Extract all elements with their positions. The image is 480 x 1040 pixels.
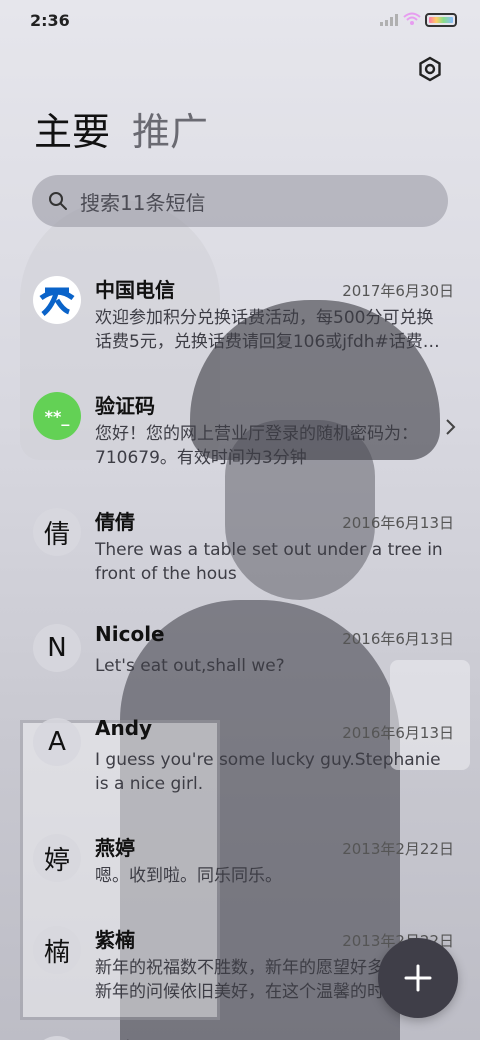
search-placeholder: 搜索11条短信 xyxy=(80,190,206,215)
avatar xyxy=(33,1036,81,1040)
avatar: N xyxy=(33,624,81,672)
conversation-row[interactable]: 倩 倩倩 2016年6月13日 There was a table set ou… xyxy=(0,492,480,602)
avatar: **_ xyxy=(33,392,81,440)
contact-name: 验证码 xyxy=(95,394,155,418)
battery-icon xyxy=(425,13,457,27)
signal-icon xyxy=(380,14,400,26)
china-telecom-logo-icon xyxy=(33,276,81,324)
contact-name: 紫楠 xyxy=(95,928,135,952)
contact-name: 燕婷 xyxy=(95,836,135,860)
contact-name: 倩倩 xyxy=(95,510,135,534)
plus-icon xyxy=(404,964,432,992)
compose-button[interactable] xyxy=(378,938,458,1018)
message-date: 2017年6月30日 xyxy=(342,282,454,300)
tab-bar: 主要 推广 xyxy=(34,108,208,156)
avatar: 婷 xyxy=(33,834,81,882)
conversation-row[interactable]: A Andy 2016年6月13日 I guess you're some lu… xyxy=(0,702,480,812)
contact-name: 中国电信 xyxy=(95,278,175,302)
message-preview: Let's eat out,shall we? xyxy=(95,656,285,676)
avatar: 楠 xyxy=(33,926,81,974)
message-preview: There was a table set out under a tree i… xyxy=(95,540,443,584)
contact-name: Andy xyxy=(95,716,153,740)
message-date: 2016年6月13日 xyxy=(342,630,454,648)
conversation-row[interactable]: **_ 验证码 您好！您的网上营业厅登录的随机密码为：710679。有效时间为3… xyxy=(0,376,480,486)
message-preview: 欢迎参加积分兑换话费活动，每500分可兑换话费5元，兑换话费请回复106或jfd… xyxy=(95,308,440,352)
contact-name: Nicole xyxy=(95,622,165,646)
search-icon xyxy=(49,192,67,210)
wifi-icon xyxy=(403,12,421,25)
conversation-row[interactable]: 子玲 xyxy=(0,1020,480,1040)
message-preview: 您好！您的网上营业厅登录的随机密码为：710679。有效时间为3分钟 xyxy=(95,424,418,468)
status-time: 2:36 xyxy=(30,11,70,30)
tab-promotions[interactable]: 推广 xyxy=(132,108,208,156)
message-date: 2013年2月22日 xyxy=(342,840,454,858)
message-preview: I guess you're some lucky guy.Stephanie … xyxy=(95,750,441,794)
message-preview: 嗯。收到啦。同乐同乐。 xyxy=(95,866,282,886)
gear-icon[interactable] xyxy=(417,56,443,82)
message-date: 2016年6月13日 xyxy=(342,514,454,532)
avatar: 倩 xyxy=(33,508,81,556)
search-input[interactable]: 搜索11条短信 xyxy=(32,175,448,227)
tab-primary[interactable]: 主要 xyxy=(34,108,110,156)
contact-name: 子玲 xyxy=(95,1034,135,1040)
status-bar: 2:36 xyxy=(0,0,480,40)
chevron-right-icon[interactable] xyxy=(444,418,456,436)
message-date: 2016年6月13日 xyxy=(342,724,454,742)
avatar: A xyxy=(33,718,81,766)
conversation-row[interactable]: 中国电信 2017年6月30日 欢迎参加积分兑换话费活动，每500分可兑换话费5… xyxy=(0,260,480,370)
